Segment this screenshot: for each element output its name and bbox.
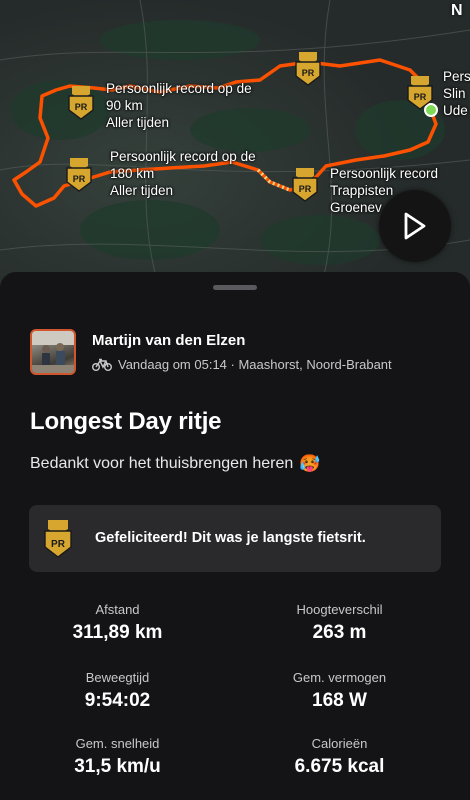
stat-moving-time: Beweegtijd 9:54:02 bbox=[84, 670, 151, 711]
stat-avg-power: Gem. vermogen 168 W bbox=[292, 670, 387, 711]
activity-time-location: Vandaag om 05:14 · Maashorst, Noord-Brab… bbox=[118, 357, 392, 372]
activity-description: Bedankt voor het thuisbrengen heren 🥵 bbox=[30, 454, 320, 474]
route-map[interactable]: PR PR PR PR PR Persoonlijk record op de … bbox=[0, 0, 470, 290]
activity-sheet: Martijn van den Elzen Vandaag om 05:14 ·… bbox=[0, 272, 470, 800]
pr-label-edge: Pers Slin Ude bbox=[443, 69, 470, 118]
bike-icon bbox=[92, 358, 112, 371]
activity-meta: Vandaag om 05:14 · Maashorst, Noord-Brab… bbox=[92, 357, 392, 372]
achievement-banner[interactable]: PR Gefeliciteerd! Dit was je langste fie… bbox=[29, 505, 441, 572]
avatar[interactable] bbox=[30, 329, 76, 375]
svg-text:PR: PR bbox=[302, 68, 315, 78]
pr-medal-icon[interactable]: PR bbox=[290, 168, 320, 202]
activity-title: Longest Day ritje bbox=[30, 408, 222, 435]
pr-medal-icon: PR bbox=[44, 520, 72, 558]
description-text: Bedankt voor het thuisbrengen heren bbox=[30, 455, 294, 472]
avatar-photo bbox=[32, 331, 74, 373]
drag-handle[interactable] bbox=[213, 285, 257, 290]
svg-text:PR: PR bbox=[51, 539, 66, 550]
achievement-text: Gefeliciteerd! Dit was je langste fietsr… bbox=[95, 530, 366, 546]
pr-medal-icon[interactable]: PR bbox=[66, 86, 96, 120]
pr-label-180km: Persoonlijk record op de 180 km Aller ti… bbox=[110, 149, 256, 198]
pr-medal-icon[interactable]: PR bbox=[293, 52, 323, 86]
play-flyover-button[interactable] bbox=[379, 190, 451, 262]
svg-text:PR: PR bbox=[299, 184, 312, 194]
pr-medal-icon[interactable]: PR bbox=[405, 76, 435, 110]
stat-elevation: Hoogteverschil 263 m bbox=[296, 602, 383, 643]
stat-distance: Afstand 311,89 km bbox=[72, 602, 163, 643]
hot-face-emoji-icon: 🥵 bbox=[299, 454, 321, 473]
play-icon bbox=[404, 212, 426, 240]
svg-text:PR: PR bbox=[414, 92, 427, 102]
svg-text:PR: PR bbox=[73, 174, 86, 184]
pr-medal-icon[interactable]: PR bbox=[64, 158, 94, 192]
athlete-name[interactable]: Martijn van den Elzen bbox=[92, 332, 245, 349]
pr-label-90km: Persoonlijk record op de 90 km Aller tij… bbox=[106, 81, 252, 130]
stat-avg-speed: Gem. snelheid 31,5 km/u bbox=[74, 736, 161, 777]
stat-calories: Calorieën 6.675 kcal bbox=[294, 736, 385, 777]
svg-text:PR: PR bbox=[75, 102, 88, 112]
compass-label: N bbox=[451, 2, 463, 19]
